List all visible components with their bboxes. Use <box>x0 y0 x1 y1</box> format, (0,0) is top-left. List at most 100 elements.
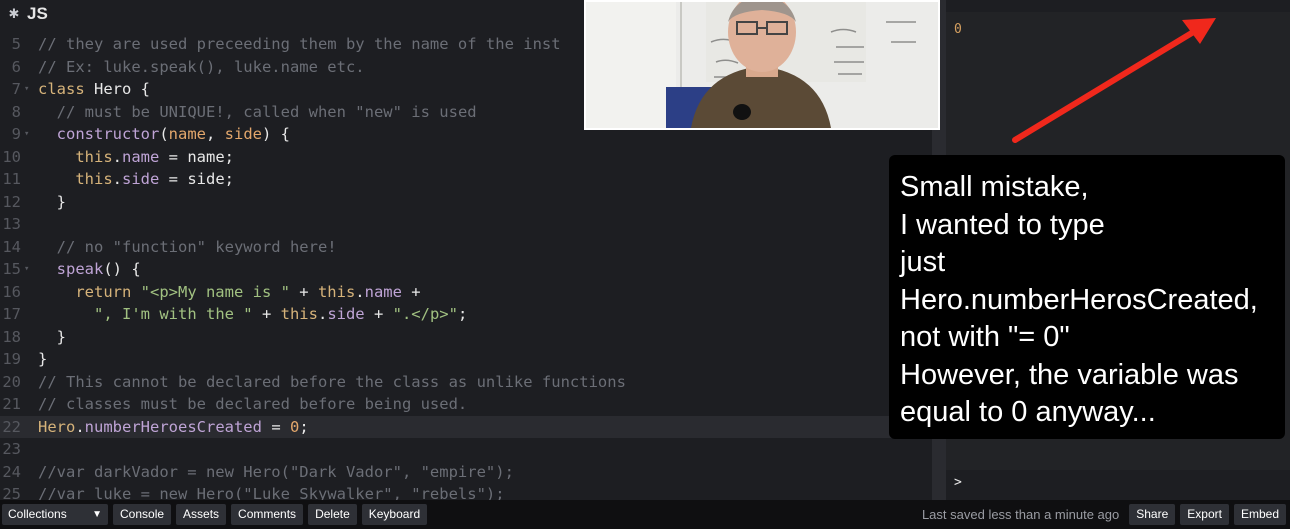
line-number: 21 <box>2 395 21 413</box>
code-line[interactable]: 23 <box>0 438 932 461</box>
embed-button[interactable]: Embed <box>1233 504 1286 525</box>
line-number: 9 <box>11 125 21 143</box>
share-button[interactable]: Share <box>1129 504 1176 525</box>
line-number: 5 <box>11 35 21 53</box>
code-text: constructor(name, side) { <box>38 123 290 146</box>
code-token: name <box>364 282 402 301</box>
console-prompt[interactable]: > <box>954 475 962 490</box>
code-token: = side; <box>159 170 234 188</box>
presenter-video <box>586 2 938 128</box>
code-token: () { <box>103 260 141 278</box>
line-number: 13 <box>2 215 21 233</box>
code-line[interactable]: 19} <box>0 348 932 371</box>
keyboard-button[interactable]: Keyboard <box>361 504 428 525</box>
code-token: ".</p>" <box>392 305 458 323</box>
chevron-down-icon: ▼ <box>92 509 102 520</box>
collections-label: Collections <box>8 507 67 521</box>
code-line[interactable]: 25 //var luke = new Hero("Luke Skywalker"… <box>0 483 932 500</box>
annotation-caption: Small mistake, I wanted to type just Her… <box>889 155 1285 439</box>
code-text: } <box>38 326 66 349</box>
fold-toggle-icon[interactable]: ▾ <box>24 258 29 281</box>
code-line[interactable]: 17 ", I'm with the " + this.side + ".</p… <box>0 303 932 326</box>
code-token: Hero { <box>94 80 150 98</box>
code-token: // This cannot be declared before the cl… <box>38 372 626 391</box>
code-text: speak() { <box>38 258 141 281</box>
code-text: // This cannot be declared before the cl… <box>38 371 626 394</box>
comments-button[interactable]: Comments <box>231 504 304 525</box>
line-number: 17 <box>2 305 21 323</box>
code-line[interactable]: 15 ▾ speak() { <box>0 258 932 281</box>
editor-title: JS <box>27 4 48 23</box>
caption-line: However, the variable was <box>900 358 1239 391</box>
caption-line: I wanted to type <box>900 208 1105 241</box>
code-text: this.name = name; <box>38 146 234 169</box>
code-line[interactable]: 13 <box>0 213 932 236</box>
code-token: side <box>122 170 160 188</box>
line-number: 23 <box>2 440 21 458</box>
code-line[interactable]: 11 this.side = side; <box>0 168 932 191</box>
code-line[interactable]: 20 // This cannot be declared before the … <box>0 371 932 394</box>
arrow-head <box>1182 18 1216 44</box>
code-token: ; <box>457 305 468 323</box>
line-number: 19 <box>2 350 21 368</box>
code-line[interactable]: 18 } <box>0 326 932 349</box>
code-token: class <box>38 80 94 98</box>
assets-button[interactable]: Assets <box>176 504 227 525</box>
line-number: 15 <box>2 260 21 278</box>
console-pane[interactable]: > <box>946 470 1290 500</box>
code-token: ) { <box>262 125 290 143</box>
line-number: 16 <box>2 282 21 301</box>
line-number: 6 <box>11 57 21 76</box>
collections-dropdown[interactable]: Collections ▼ <box>2 504 108 525</box>
code-token: 0 <box>289 417 300 436</box>
code-text: } <box>38 348 47 371</box>
code-token: //var luke = new Hero("Luke Skywalker", … <box>38 485 505 500</box>
line-number: 14 <box>2 237 21 256</box>
code-token: . <box>317 305 328 323</box>
code-token: . <box>112 147 122 166</box>
line-number: 20 <box>2 372 21 391</box>
console-button[interactable]: Console <box>113 504 172 525</box>
result-output: 0 <box>954 22 962 37</box>
code-token: // classes must be declared before being… <box>38 395 468 413</box>
caption-line: Hero.numberHerosCreated, <box>900 283 1258 316</box>
code-text: Hero.numberHeroesCreated = 0; <box>38 416 309 439</box>
code-text: // they are used preceeding them by the … <box>38 33 561 56</box>
code-token: Hero <box>38 417 76 436</box>
code-token: this <box>317 282 356 301</box>
fold-toggle-icon[interactable]: ▾ <box>24 78 29 101</box>
gear-icon[interactable]: ✱ <box>6 6 22 22</box>
code-token: . <box>112 170 122 188</box>
line-number: 25 <box>2 485 21 500</box>
code-token: // they are used preceeding them by the … <box>38 35 561 53</box>
caption-line: just <box>900 246 946 278</box>
code-text: this.side = side; <box>38 168 234 191</box>
export-button[interactable]: Export <box>1180 504 1229 525</box>
code-text: // no "function" keyword here! <box>38 236 337 259</box>
code-line[interactable]: 22 Hero.numberHeroesCreated = 0; <box>0 415 932 439</box>
code-token: ( <box>159 125 169 143</box>
delete-button[interactable]: Delete <box>308 504 357 525</box>
code-token: + <box>364 305 393 323</box>
code-token: return <box>75 282 141 301</box>
code-line[interactable]: 24 //var darkVador = new Hero("Dark Vador… <box>0 461 932 484</box>
code-token: //var darkVador = new Hero("Dark Vador",… <box>38 462 514 481</box>
code-line[interactable]: 14 // no "function" keyword here! <box>0 236 932 259</box>
code-line[interactable]: 12 } <box>0 191 932 214</box>
line-number: 11 <box>2 170 21 188</box>
fold-toggle-icon[interactable]: ▾ <box>24 123 29 146</box>
code-line[interactable]: 16 return "<p>My name is " + this.name + <box>0 281 932 304</box>
code-text: // Ex: luke.speak(), luke.name etc. <box>38 56 365 79</box>
code-line[interactable]: 10 this.name = name; <box>0 146 932 169</box>
code-line[interactable]: 21 // classes must be declared before bei… <box>0 393 932 416</box>
code-token: + <box>401 282 421 301</box>
code-token: = name; <box>159 147 234 166</box>
code-text: class Hero { <box>38 78 150 101</box>
